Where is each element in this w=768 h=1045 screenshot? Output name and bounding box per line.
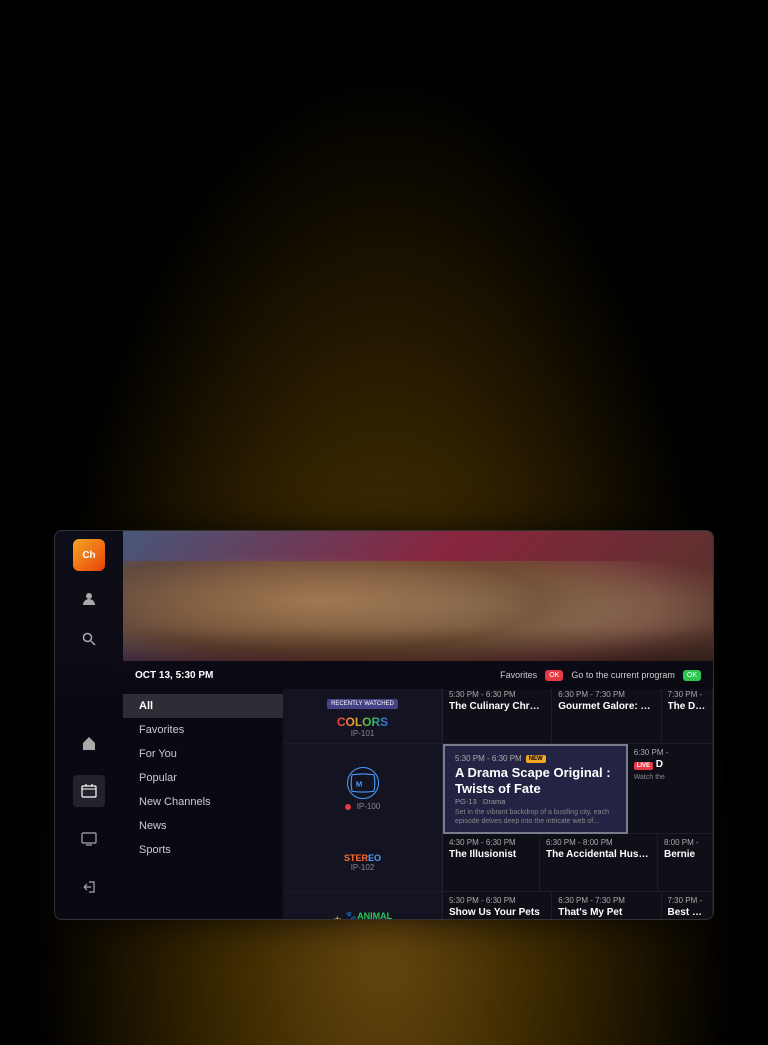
program-show-pets[interactable]: 5:30 PM - 6:30 PM Show Us Your Pets xyxy=(443,892,552,919)
accidental-title: The Accidental Husband xyxy=(546,849,651,861)
drama-meta: PG-13 Drama xyxy=(455,797,616,806)
animal-logo-text: 🐾ANIMAL xyxy=(346,911,392,920)
program-culinary[interactable]: 5:30 PM - 6:30 PM The Culinary Chronicle… xyxy=(443,686,552,743)
channel-row-stereo: STEREO IP-102 4:30 PM - 6:30 PM The Illu… xyxy=(283,834,713,892)
show-pets-time: 5:30 PM - 6:30 PM xyxy=(449,896,545,905)
program-dav[interactable]: 7:30 PM - The Dav xyxy=(662,686,714,743)
recently-watched-badge: RECENTLY WATCHED xyxy=(327,692,398,712)
program-drama-scape[interactable]: 5:30 PM - 6:30 PM NEW A Drama Scape Orig… xyxy=(443,744,628,834)
program-accidental[interactable]: 6:30 PM - 8:00 PM The Accidental Husband xyxy=(540,834,658,891)
illusionist-title: The Illusionist xyxy=(449,849,533,861)
category-favorites[interactable]: Favorites xyxy=(123,718,283,742)
gourmet-title: Gourmet Galore: Delicious Discov... xyxy=(558,701,654,713)
my-pet-time: 6:30 PM - 7:30 PM xyxy=(558,896,654,905)
category-sports[interactable]: Sports xyxy=(123,838,283,862)
dav-title: The Dav xyxy=(668,701,707,713)
illusionist-time: 4:30 PM - 6:30 PM xyxy=(449,838,533,847)
sidebar-search-icon[interactable] xyxy=(73,623,105,655)
go-to-current-label: Go to the current program xyxy=(571,670,675,680)
live-desc: Watch the xyxy=(634,773,706,782)
live-badge: LIVE xyxy=(634,762,653,770)
program-best-pet[interactable]: 7:30 PM - Best Pet xyxy=(662,892,714,919)
category-for-you[interactable]: For You xyxy=(123,742,283,766)
my-pet-title: That's My Pet xyxy=(558,907,654,919)
media-channel-number: IP-100 xyxy=(357,802,381,811)
animal-star-icon: ★ xyxy=(333,915,342,919)
channel-row-colors: RECENTLY WATCHED COLORS IP-101 5:30 PM -… xyxy=(283,686,713,744)
channel-row-media: M IP-100 5:30 PM - 6:30 PM NEW A Drama S… xyxy=(283,744,713,834)
culinary-title: The Culinary Chronicles: Epicure... xyxy=(449,701,545,713)
dav-time: 7:30 PM - xyxy=(668,690,707,699)
channel-logo-animal: ★ 🐾ANIMAL IP-103 xyxy=(283,892,443,919)
category-all[interactable]: All xyxy=(123,694,283,718)
drama-time: 5:30 PM - 6:30 PM NEW xyxy=(455,754,616,763)
gourmet-time: 6:30 PM - 7:30 PM xyxy=(558,690,654,699)
category-nav: All Favorites For You Popular New Channe… xyxy=(123,686,283,920)
show-pets-title: Show Us Your Pets xyxy=(449,907,545,919)
channel-logo-media: M IP-100 xyxy=(283,744,443,834)
outer-background: Ch xyxy=(0,0,768,1045)
stereo-logo-text: STEREO xyxy=(344,853,381,863)
channel-row-animal: ★ 🐾ANIMAL IP-103 5:30 PM - 6:30 PM Show … xyxy=(283,892,713,919)
new-badge: NEW xyxy=(526,755,546,763)
bernie-title: Bernie xyxy=(664,849,706,861)
epg-date: OCT 13, 5:30 PM xyxy=(135,670,213,681)
epg-actions: Favorites OK Go to the current program O… xyxy=(500,670,701,681)
sidebar: Ch xyxy=(55,531,123,919)
category-popular[interactable]: Popular xyxy=(123,766,283,790)
sidebar-media-icon[interactable] xyxy=(73,823,105,855)
current-badge[interactable]: OK xyxy=(683,670,701,681)
epg-grid: RECENTLY WATCHED COLORS IP-101 5:30 PM -… xyxy=(283,686,713,919)
sidebar-guide-icon[interactable] xyxy=(73,775,105,807)
program-my-pet[interactable]: 6:30 PM - 7:30 PM That's My Pet xyxy=(552,892,661,919)
program-bernie[interactable]: 8:00 PM - Bernie xyxy=(658,834,713,891)
stereo-channel-number: IP-102 xyxy=(351,863,375,872)
colors-logo-text: COLORS xyxy=(337,715,388,729)
category-news[interactable]: News xyxy=(123,814,283,838)
best-pet-time: 7:30 PM - xyxy=(668,896,707,905)
epg-header: OCT 13, 5:30 PM Favorites OK Go to the c… xyxy=(123,661,713,689)
tv-screen: Ch xyxy=(54,530,714,920)
media-logo-circle: M xyxy=(347,767,379,799)
svg-text:M: M xyxy=(355,779,361,788)
culinary-time: 5:30 PM - 6:30 PM xyxy=(449,690,545,699)
live-title: LIVE D xyxy=(634,759,706,771)
channel-logo-colors: RECENTLY WATCHED COLORS IP-101 xyxy=(283,686,443,743)
category-new-channels[interactable]: New Channels xyxy=(123,790,283,814)
program-gourmet[interactable]: 6:30 PM - 7:30 PM Gourmet Galore: Delici… xyxy=(552,686,661,743)
logo-text: Ch xyxy=(82,550,95,561)
favorites-label: Favorites xyxy=(500,670,537,680)
drama-desc: Set in the vibrant backdrop of a bustlin… xyxy=(455,808,616,826)
media-live-dot xyxy=(345,804,351,810)
bernie-time: 8:00 PM - xyxy=(664,838,706,847)
colors-channel-number: IP-101 xyxy=(351,729,375,738)
program-illusionist[interactable]: 4:30 PM - 6:30 PM The Illusionist xyxy=(443,834,540,891)
sidebar-profile-icon[interactable] xyxy=(73,583,105,615)
live-time: 6:30 PM - xyxy=(634,748,706,757)
accidental-time: 6:30 PM - 8:00 PM xyxy=(546,838,651,847)
channel-logo-stereo: STEREO IP-102 xyxy=(283,834,443,891)
sidebar-home-icon[interactable] xyxy=(73,727,105,759)
sidebar-exit-icon[interactable] xyxy=(73,871,105,903)
drama-title: A Drama Scape Original : Twists of Fate xyxy=(455,765,616,796)
sidebar-logo-button[interactable]: Ch xyxy=(73,539,105,571)
best-pet-title: Best Pet xyxy=(668,907,707,919)
program-live[interactable]: 6:30 PM - LIVE D Watch the xyxy=(628,744,713,834)
favorites-badge[interactable]: OK xyxy=(545,670,563,681)
